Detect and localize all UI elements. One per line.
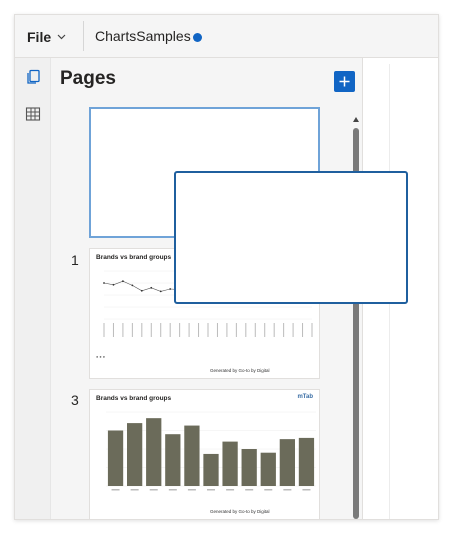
x-tick-label: [264, 489, 273, 491]
bar: [260, 452, 276, 486]
x-tick-label: [292, 323, 294, 337]
data-point: [140, 289, 143, 292]
page-number: 3: [71, 392, 79, 408]
bar: [107, 430, 124, 486]
rail-table-button[interactable]: [23, 104, 43, 124]
x-tick-label: [122, 323, 124, 337]
chevron-down-icon: [57, 34, 66, 40]
data-point: [159, 290, 162, 293]
x-tick-label: [216, 323, 218, 337]
x-tick-label: [188, 323, 190, 337]
x-tick-label: [149, 489, 158, 491]
add-page-button[interactable]: [334, 71, 355, 92]
x-tick-label: [245, 323, 247, 337]
scroll-up-arrow[interactable]: [353, 117, 359, 122]
x-tick-label: [112, 323, 114, 337]
x-tick-label: [111, 489, 120, 491]
x-tick-label: [198, 323, 200, 337]
data-point: [103, 282, 105, 284]
plus-icon: [339, 76, 350, 87]
data-point: [122, 280, 124, 283]
x-tick-label: [187, 489, 196, 491]
x-tick-label: [130, 489, 139, 491]
bar: [298, 437, 315, 486]
left-rail: [15, 58, 51, 519]
data-point: [150, 286, 153, 289]
x-tick-label: [160, 323, 162, 337]
bar: [146, 418, 162, 486]
x-tick-label: [103, 323, 105, 337]
x-tick-label: [302, 323, 304, 337]
x-tick-label: [273, 323, 275, 337]
bar: [184, 425, 200, 486]
bar: [203, 453, 219, 486]
app-window: File ChartsSamples Pages 1 Brands vs bra…: [14, 14, 439, 520]
top-bar: File ChartsSamples: [15, 15, 438, 58]
x-tick-label: [179, 323, 181, 337]
x-tick-label: [311, 323, 313, 337]
thumbnail-bar-chart: [106, 411, 316, 491]
page-thumbnail-3[interactable]: Brands vs brand groups mTab Generated by…: [89, 389, 320, 519]
x-tick-label: [207, 489, 215, 491]
file-menu-button[interactable]: File: [27, 27, 66, 47]
bar: [279, 439, 295, 486]
file-menu-label: File: [27, 29, 52, 45]
x-tick-label: [245, 489, 254, 491]
data-point: [169, 288, 172, 290]
report-title: ChartsSamples: [95, 28, 191, 44]
x-tick-label: [207, 323, 209, 337]
topbar-divider: [83, 21, 84, 51]
x-tick-label: [131, 323, 133, 337]
thumbnail-legend: ● ● ●: [96, 355, 105, 359]
panel-title: Pages: [60, 68, 116, 89]
x-tick-label: [168, 489, 177, 491]
x-tick-label: [141, 323, 143, 337]
x-tick-label: [283, 489, 292, 491]
bar: [165, 434, 181, 486]
unsaved-status-dot: [193, 33, 202, 42]
page-drag-preview[interactable]: [174, 171, 408, 304]
x-tick-label: [254, 323, 256, 337]
pages-icon: [27, 69, 40, 84]
data-point: [131, 284, 134, 287]
page-number: 1: [71, 252, 79, 268]
x-tick-label: [283, 323, 285, 337]
x-tick-label: [264, 323, 266, 337]
thumbnail-footer: Generated by Go-to by Digital: [210, 368, 270, 373]
rail-pages-button[interactable]: [23, 67, 43, 87]
table-icon: [25, 107, 41, 121]
bar: [127, 423, 143, 486]
thumbnail-footer: Generated by Go-to by Digital: [210, 509, 270, 514]
x-tick-label: [226, 489, 235, 491]
x-tick-label: [226, 323, 228, 337]
x-tick-label: [150, 323, 152, 337]
x-tick-label: [235, 323, 237, 337]
bar: [222, 441, 238, 486]
bar: [241, 449, 257, 486]
x-tick-label: [169, 323, 171, 337]
data-point: [112, 283, 115, 286]
x-tick-label: [302, 489, 311, 491]
